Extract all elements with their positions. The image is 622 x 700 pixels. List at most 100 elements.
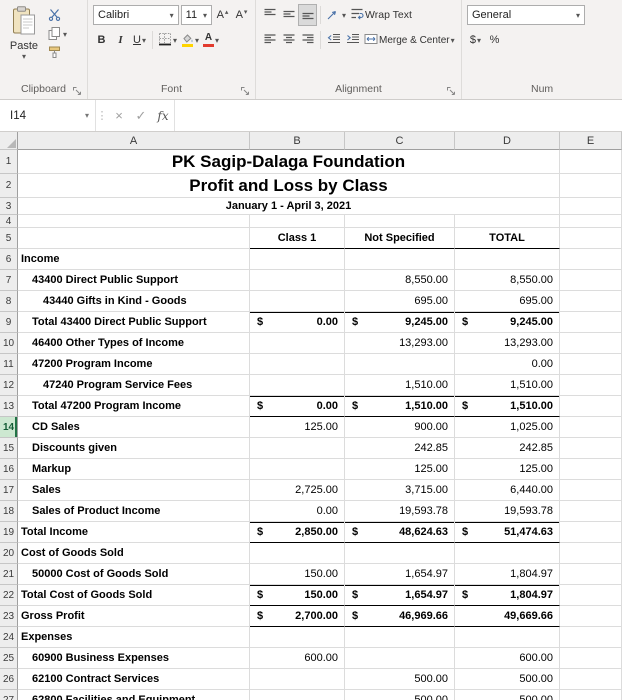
align-left-button[interactable]	[261, 30, 278, 50]
select-all-button[interactable]	[0, 132, 18, 150]
cell-B21[interactable]: 150.00	[250, 564, 345, 585]
cell-C9[interactable]: $9,245.00	[345, 312, 455, 333]
copy-button[interactable]: ▾	[48, 27, 67, 42]
cell-D13[interactable]: $1,510.00	[455, 396, 560, 417]
cell-B5[interactable]: Class 1	[250, 228, 345, 249]
cell-E7[interactable]	[560, 270, 622, 291]
column-header-A[interactable]: A	[18, 132, 250, 150]
cut-button[interactable]	[48, 8, 67, 23]
row-header-1[interactable]: 1	[0, 150, 18, 174]
middle-align-button[interactable]	[280, 5, 297, 25]
cell-E21[interactable]	[560, 564, 622, 585]
cell-E19[interactable]	[560, 522, 622, 543]
column-header-E[interactable]: E	[560, 132, 622, 150]
cell-D20[interactable]	[455, 543, 560, 564]
cell-B25[interactable]: 600.00	[250, 648, 345, 669]
borders-button[interactable]: ▾	[157, 30, 178, 50]
cell-D8[interactable]: 695.00	[455, 291, 560, 312]
row-header-15[interactable]: 15	[0, 438, 18, 459]
cell-A25[interactable]: 60900 Business Expenses	[18, 648, 250, 669]
enter-button[interactable]: ✓	[130, 100, 152, 131]
cell-C10[interactable]: 13,293.00	[345, 333, 455, 354]
row-header-4[interactable]: 4	[0, 215, 18, 228]
row-header-23[interactable]: 23	[0, 606, 18, 627]
font-dialog-launcher[interactable]	[240, 86, 250, 96]
grow-font-button[interactable]: A▴	[214, 5, 231, 25]
cell-A12[interactable]: 47240 Program Service Fees	[18, 375, 250, 396]
cell-D21[interactable]: 1,804.97	[455, 564, 560, 585]
cell-D12[interactable]: 1,510.00	[455, 375, 560, 396]
row-header-11[interactable]: 11	[0, 354, 18, 375]
shrink-font-button[interactable]: A▾	[233, 5, 250, 25]
formula-input[interactable]	[174, 100, 622, 131]
cell-E12[interactable]	[560, 375, 622, 396]
row-header-20[interactable]: 20	[0, 543, 18, 564]
cell-A4[interactable]	[18, 215, 250, 228]
cell-C8[interactable]: 695.00	[345, 291, 455, 312]
cell-A18[interactable]: Sales of Product Income	[18, 501, 250, 522]
cell-B24[interactable]	[250, 627, 345, 648]
merge-center-button[interactable]: Merge & Center ▾	[363, 30, 456, 50]
cell-D6[interactable]	[455, 249, 560, 270]
column-header-C[interactable]: C	[345, 132, 455, 150]
row-header-9[interactable]: 9	[0, 312, 18, 333]
cell-A2[interactable]: Profit and Loss by Class	[18, 174, 560, 198]
cell-D10[interactable]: 13,293.00	[455, 333, 560, 354]
cell-B27[interactable]	[250, 690, 345, 700]
cell-C19[interactable]: $48,624.63	[345, 522, 455, 543]
cell-A17[interactable]: Sales	[18, 480, 250, 501]
cell-E3[interactable]	[560, 198, 622, 215]
cell-A16[interactable]: Markup	[18, 459, 250, 480]
cell-C16[interactable]: 125.00	[345, 459, 455, 480]
cell-D15[interactable]: 242.85	[455, 438, 560, 459]
cell-A27[interactable]: 62800 Facilities and Equipment	[18, 690, 250, 700]
underline-dropdown-arrow-icon[interactable]: ▾	[142, 37, 146, 44]
cell-A21[interactable]: 50000 Cost of Goods Sold	[18, 564, 250, 585]
top-align-button[interactable]	[261, 5, 278, 25]
alignment-dialog-launcher[interactable]	[446, 86, 456, 96]
cell-E24[interactable]	[560, 627, 622, 648]
cell-D18[interactable]: 19,593.78	[455, 501, 560, 522]
cell-E16[interactable]	[560, 459, 622, 480]
orientation-button[interactable]: ▾	[325, 5, 347, 25]
cell-A23[interactable]: Gross Profit	[18, 606, 250, 627]
cell-E26[interactable]	[560, 669, 622, 690]
name-box-dropdown-arrow-icon[interactable]: ▾	[85, 112, 89, 119]
cell-C11[interactable]	[345, 354, 455, 375]
cell-B23[interactable]: $2,700.00	[250, 606, 345, 627]
cell-D17[interactable]: 6,440.00	[455, 480, 560, 501]
row-header-22[interactable]: 22	[0, 585, 18, 606]
fill-color-button[interactable]: ▾	[180, 30, 200, 50]
bottom-align-button[interactable]	[299, 5, 316, 25]
cell-B26[interactable]	[250, 669, 345, 690]
row-header-5[interactable]: 5	[0, 228, 18, 249]
cell-A6[interactable]: Income	[18, 249, 250, 270]
cell-E4[interactable]	[560, 215, 622, 228]
paste-dropdown-arrow-icon[interactable]: ▾	[22, 53, 26, 60]
cell-A26[interactable]: 62100 Contract Services	[18, 669, 250, 690]
cell-A8[interactable]: 43440 Gifts in Kind - Goods	[18, 291, 250, 312]
cell-D11[interactable]: 0.00	[455, 354, 560, 375]
cell-A14[interactable]: CD Sales	[18, 417, 250, 438]
cell-A5[interactable]	[18, 228, 250, 249]
cell-C6[interactable]	[345, 249, 455, 270]
borders-dropdown-arrow-icon[interactable]: ▾	[173, 37, 177, 44]
cell-B20[interactable]	[250, 543, 345, 564]
bold-button[interactable]: B	[93, 30, 110, 50]
fill-color-dropdown-arrow-icon[interactable]: ▾	[195, 37, 199, 44]
cell-E25[interactable]	[560, 648, 622, 669]
cell-E5[interactable]	[560, 228, 622, 249]
cell-E20[interactable]	[560, 543, 622, 564]
align-right-button[interactable]	[299, 30, 316, 50]
cell-B18[interactable]: 0.00	[250, 501, 345, 522]
cell-B8[interactable]	[250, 291, 345, 312]
cell-E1[interactable]	[560, 150, 622, 174]
cell-B11[interactable]	[250, 354, 345, 375]
row-header-3[interactable]: 3	[0, 198, 18, 215]
cell-B6[interactable]	[250, 249, 345, 270]
cell-D14[interactable]: 1,025.00	[455, 417, 560, 438]
cell-E6[interactable]	[560, 249, 622, 270]
cell-A11[interactable]: 47200 Program Income	[18, 354, 250, 375]
formula-bar-resize-handle[interactable]: ⋮	[96, 100, 108, 131]
cell-B9[interactable]: $0.00	[250, 312, 345, 333]
